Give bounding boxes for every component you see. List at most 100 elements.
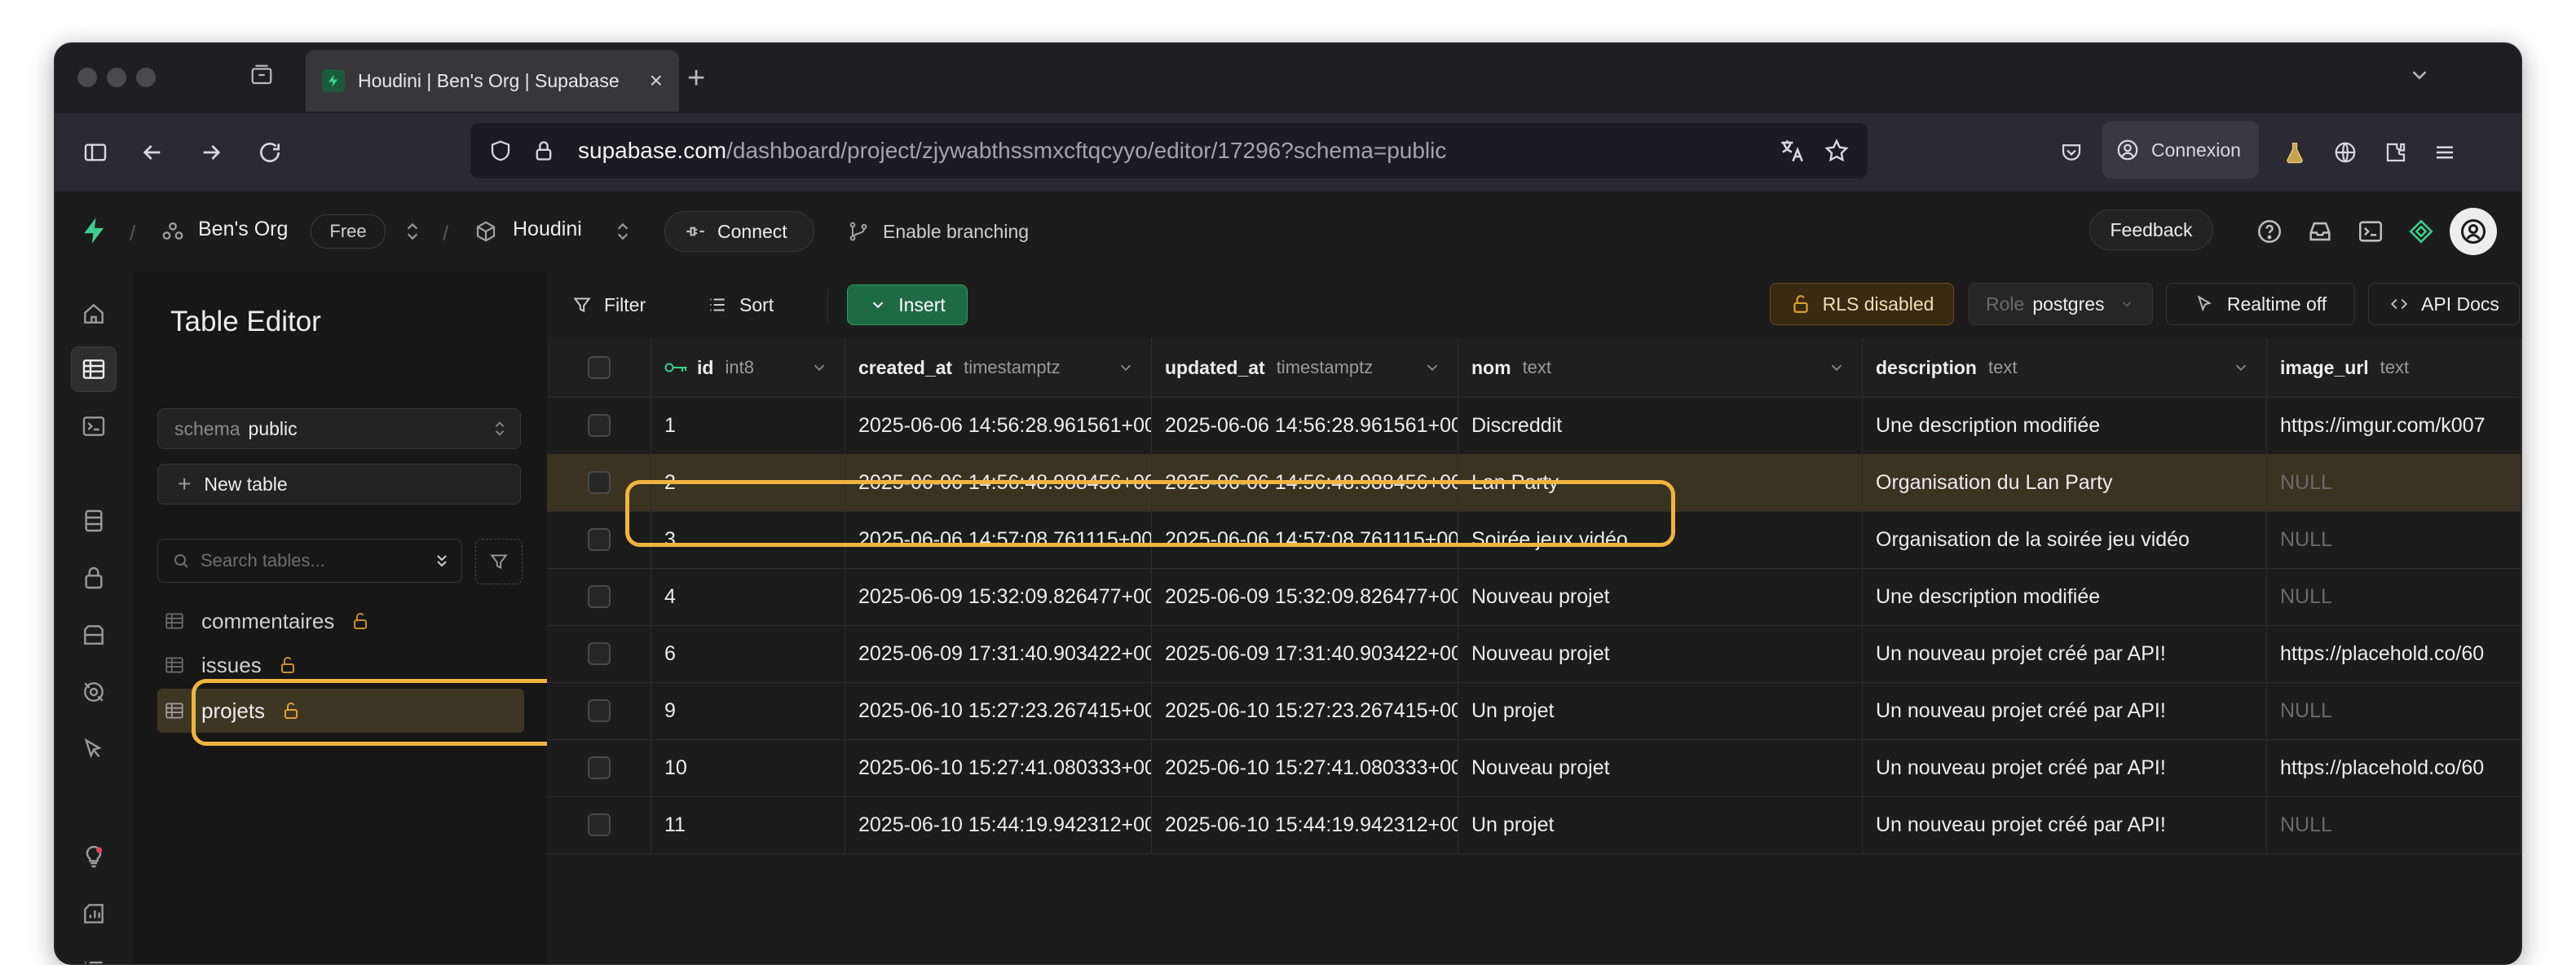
- cell-id[interactable]: 10: [651, 739, 845, 796]
- column-header-image-url[interactable]: image_url text: [2267, 338, 2521, 397]
- column-header-id[interactable]: id int8: [651, 338, 845, 397]
- sort-button[interactable]: Sort: [707, 286, 774, 324]
- filter-tables-icon[interactable]: [475, 539, 523, 584]
- realtime-off-button[interactable]: Realtime off: [2166, 283, 2355, 325]
- close-window-dot[interactable]: [77, 68, 97, 87]
- new-tab-button[interactable]: +: [687, 61, 705, 96]
- cell-id[interactable]: 6: [651, 625, 845, 682]
- cell-image-url[interactable]: https://placehold.co/60: [2267, 625, 2521, 682]
- row-select-cell[interactable]: [547, 625, 651, 682]
- column-menu-chevron-icon[interactable]: [810, 359, 828, 377]
- cell-description[interactable]: Une description modifiée: [1863, 397, 2267, 454]
- row-select-cell[interactable]: [547, 397, 651, 454]
- database-icon[interactable]: [71, 498, 117, 544]
- extension-globe-icon[interactable]: [2329, 136, 2362, 169]
- cell-nom[interactable]: Lan Party: [1458, 454, 1863, 511]
- cell-created-at[interactable]: 2025-06-10 15:27:23.267415+00: [845, 682, 1152, 739]
- sidebar-toggle-icon[interactable]: [79, 136, 112, 169]
- cell-created-at[interactable]: 2025-06-06 14:56:48.988456+00: [845, 454, 1152, 511]
- row-select-cell[interactable]: [547, 454, 651, 511]
- cell-created-at[interactable]: 2025-06-06 14:57:08.761115+00: [845, 511, 1152, 568]
- cell-updated-at[interactable]: 2025-06-09 15:32:09.826477+00: [1152, 568, 1458, 625]
- cell-nom[interactable]: Discreddit: [1458, 397, 1863, 454]
- row-select-cell[interactable]: [547, 682, 651, 739]
- cell-description[interactable]: Organisation du Lan Party: [1863, 454, 2267, 511]
- bookmark-star-icon[interactable]: [1824, 138, 1850, 164]
- row-checkbox[interactable]: [587, 528, 611, 551]
- cell-nom[interactable]: Un projet: [1458, 796, 1863, 853]
- back-arrow-icon[interactable]: [136, 136, 169, 169]
- row-checkbox[interactable]: [587, 699, 611, 722]
- row-checkbox[interactable]: [587, 642, 611, 665]
- cell-id[interactable]: 1: [651, 397, 845, 454]
- list-all-tabs-chevron-icon[interactable]: [2407, 63, 2432, 94]
- cell-updated-at[interactable]: 2025-06-09 17:31:40.903422+00: [1152, 625, 1458, 682]
- cell-id[interactable]: 11: [651, 796, 845, 853]
- advisors-lightbulb-icon[interactable]: [71, 834, 117, 879]
- account-connexion-button[interactable]: Connexion: [2102, 121, 2259, 178]
- table-row[interactable]: 9 2025-06-10 15:27:23.267415+00 2025-06-10…: [547, 682, 2521, 740]
- zoom-window-dot[interactable]: [136, 68, 156, 87]
- cell-nom[interactable]: Nouveau projet: [1458, 739, 1863, 796]
- cell-image-url[interactable]: NULL: [2267, 454, 2521, 511]
- cell-description[interactable]: Un nouveau projet créé par API!: [1863, 625, 2267, 682]
- cell-nom[interactable]: Soirée jeux vidéo: [1458, 511, 1863, 568]
- select-all-checkbox[interactable]: [587, 356, 611, 379]
- terminal-icon[interactable]: [2353, 214, 2388, 249]
- cell-created-at[interactable]: 2025-06-09 15:32:09.826477+00: [845, 568, 1152, 625]
- flask-extension-icon[interactable]: [2278, 136, 2311, 169]
- cell-updated-at[interactable]: 2025-06-06 14:56:28.961561+00: [1152, 397, 1458, 454]
- enable-branching-button[interactable]: Enable branching: [847, 219, 1029, 244]
- tab-overview-icon[interactable]: [245, 63, 278, 95]
- column-menu-chevron-icon[interactable]: [1828, 359, 1846, 377]
- cell-created-at[interactable]: 2025-06-10 15:27:41.080333+00: [845, 739, 1152, 796]
- row-checkbox[interactable]: [587, 471, 611, 494]
- cell-created-at[interactable]: 2025-06-10 15:44:19.942312+00: [845, 796, 1152, 853]
- cell-id[interactable]: 3: [651, 511, 845, 568]
- cell-nom[interactable]: Un projet: [1458, 682, 1863, 739]
- cell-image-url[interactable]: https://placehold.co/60: [2267, 739, 2521, 796]
- cell-updated-at[interactable]: 2025-06-06 14:56:48.988456+00: [1152, 454, 1458, 511]
- forward-arrow-icon[interactable]: [195, 136, 227, 169]
- rls-disabled-button[interactable]: RLS disabled: [1770, 283, 1954, 325]
- minimize-window-dot[interactable]: [107, 68, 126, 87]
- cell-description[interactable]: Organisation de la soirée jeu vidéo: [1863, 511, 2267, 568]
- project-switcher-chevron-icon[interactable]: [612, 219, 633, 248]
- reload-icon[interactable]: [254, 136, 286, 169]
- user-avatar-icon[interactable]: [2450, 208, 2497, 255]
- insert-button[interactable]: Insert: [847, 284, 968, 325]
- cell-id[interactable]: 2: [651, 454, 845, 511]
- row-checkbox[interactable]: [587, 585, 611, 608]
- extensions-puzzle-icon[interactable]: [2380, 136, 2412, 169]
- cell-image-url[interactable]: NULL: [2267, 511, 2521, 568]
- search-tables-input[interactable]: Search tables...: [157, 539, 462, 583]
- cell-image-url[interactable]: NULL: [2267, 796, 2521, 853]
- address-bar[interactable]: supabase.com/dashboard/project/zjywabths…: [470, 123, 1868, 178]
- table-row[interactable]: 4 2025-06-09 15:32:09.826477+00 2025-06-09…: [547, 568, 2521, 626]
- cell-description[interactable]: Une description modifiée: [1863, 568, 2267, 625]
- translate-icon[interactable]: [1778, 137, 1806, 165]
- table-row[interactable]: 6 2025-06-09 17:31:40.903422+00 2025-06-09…: [547, 625, 2521, 683]
- cell-updated-at[interactable]: 2025-06-06 14:57:08.761115+00: [1152, 511, 1458, 568]
- cell-description[interactable]: Un nouveau projet créé par API!: [1863, 682, 2267, 739]
- cell-updated-at[interactable]: 2025-06-10 15:44:19.942312+00: [1152, 796, 1458, 853]
- table-item-commentaires[interactable]: commentaires: [157, 599, 524, 643]
- shield-icon[interactable]: [488, 139, 513, 163]
- cell-nom[interactable]: Nouveau projet: [1458, 625, 1863, 682]
- cell-updated-at[interactable]: 2025-06-10 15:27:23.267415+00: [1152, 682, 1458, 739]
- browser-tab-active[interactable]: Houdini | Ben's Org | Supabase ×: [306, 50, 679, 112]
- cell-created-at[interactable]: 2025-06-06 14:56:28.961561+00: [845, 397, 1152, 454]
- project-name[interactable]: Houdini: [513, 218, 582, 241]
- org-name[interactable]: Ben's Org: [198, 218, 288, 241]
- row-checkbox[interactable]: [587, 414, 611, 437]
- row-checkbox[interactable]: [587, 813, 611, 836]
- cell-nom[interactable]: Nouveau projet: [1458, 568, 1863, 625]
- table-row[interactable]: 1 2025-06-06 14:56:28.961561+00 2025-06-06…: [547, 397, 2521, 455]
- cell-created-at[interactable]: 2025-06-09 17:31:40.903422+00: [845, 625, 1152, 682]
- pocket-icon[interactable]: [2055, 136, 2088, 169]
- select-all-cell[interactable]: [547, 338, 651, 397]
- column-header-updated-at[interactable]: updated_at timestamptz: [1152, 338, 1458, 397]
- help-icon[interactable]: [2252, 214, 2287, 249]
- logs-list-icon[interactable]: [71, 946, 117, 964]
- table-row[interactable]: 3 2025-06-06 14:57:08.761115+00 2025-06-06…: [547, 511, 2521, 569]
